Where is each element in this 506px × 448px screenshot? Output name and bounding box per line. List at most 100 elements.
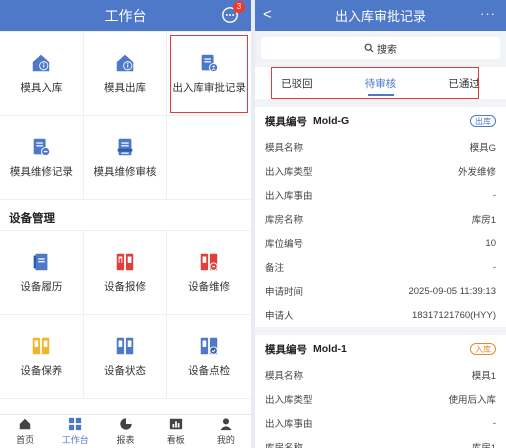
record-card[interactable]: 模具编号 Mold-1 入库 模具名称 模具1 出入库类型 使用后入库 出入库事由 -… (255, 335, 506, 448)
menu-device-maintenance[interactable]: 设备保养 (0, 315, 84, 399)
cabinet-maintenance-icon (33, 337, 50, 355)
user-icon (220, 418, 232, 431)
field-row: 模具名称 模具G (265, 135, 496, 159)
menu-inout-approval-records[interactable]: 出入库审批记录 (167, 32, 251, 116)
field-value: 使用后入库 (448, 395, 496, 406)
menu-label: 设备维修 (188, 281, 231, 293)
field-value: 2025-09-05 11:39:13 (408, 285, 496, 297)
menu-mold-repair-review[interactable]: 模具维修审核 (83, 116, 168, 200)
workbench-header: 工作台 3 (0, 0, 251, 31)
card-header: 模具编号 Mold-1 入库 (265, 335, 496, 363)
mold-code-value: Mold-G (313, 115, 350, 127)
approval-records-screen: < 出入库审批记录 ··· 搜索 已驳回 待审核 已通过 模具编号 Mold-G… (255, 0, 506, 448)
tab-home[interactable]: 首页 (0, 415, 50, 448)
field-key: 出入库类型 (265, 395, 313, 406)
field-value: - (492, 261, 496, 273)
field-value: 模具G (469, 143, 496, 154)
tab-label: 报表 (116, 435, 135, 445)
tab-dashboard[interactable]: 看板 (151, 415, 201, 448)
menu-label: 模具出库 (103, 82, 146, 94)
house-info-icon (116, 54, 134, 72)
menu-label: 设备报修 (103, 281, 146, 293)
status-tabs: 已驳回 待审核 已通过 (255, 67, 506, 99)
field-value: 库房1 (471, 215, 496, 226)
section-title-device-management: 设备管理 (9, 213, 55, 225)
search-icon (364, 43, 374, 53)
menu-device-history[interactable]: 设备履历 (0, 231, 84, 315)
message-count-badge: 3 (233, 1, 245, 13)
menu-device-status[interactable]: 设备状态 (83, 315, 168, 399)
field-value: - (492, 417, 496, 429)
menu-mold-outbound[interactable]: 模具出库 (83, 32, 168, 116)
field-row: 出入库类型 使用后入库 (265, 387, 496, 411)
cabinet-status-icon (116, 337, 134, 355)
field-key: 库房名称 (265, 440, 303, 448)
field-row: 库房名称 库房1 (265, 435, 496, 448)
workbench-title: 工作台 (104, 7, 147, 24)
mold-code-label: 模具编号 (265, 343, 307, 356)
field-row: 库房名称 库房1 (265, 207, 496, 231)
bottom-tab-bar: 首页 工作台 报表 看板 我的 (0, 414, 251, 448)
search-input[interactable]: 搜索 (261, 37, 500, 59)
menu-device-repair[interactable]: 设备维修 (167, 231, 251, 315)
book-icon (33, 253, 48, 271)
menu-label: 模具入库 (20, 82, 63, 94)
tab-label: 看板 (166, 435, 185, 445)
tab-label: 工作台 (61, 435, 89, 445)
workbench-screen: 工作台 3 模具入库 模具出库 出入库审批记录 模具维修记录 模具维修审核 设备… (0, 0, 251, 448)
menu-label: 设备状态 (103, 365, 146, 377)
menu-label: 出入库审批记录 (172, 82, 246, 94)
tab-mine[interactable]: 我的 (201, 415, 251, 448)
field-value: 18317121760(HYY) (412, 309, 496, 321)
field-key: 申请时间 (265, 287, 304, 298)
menu-mold-inbound[interactable]: 模具入库 (0, 32, 84, 116)
wrench-cabinet-icon (116, 253, 134, 271)
more-icon[interactable]: ··· (480, 6, 496, 21)
message-icon[interactable]: 3 (221, 1, 245, 24)
field-key: 模具名称 (265, 143, 304, 154)
tab-label: 首页 (16, 435, 35, 445)
field-value: 外发维修 (457, 167, 496, 178)
menu-label: 模具维修记录 (9, 166, 73, 178)
document-user-icon (201, 54, 219, 73)
search-placeholder: 搜索 (377, 44, 397, 56)
house-info-icon (33, 54, 50, 72)
highlight-box (271, 67, 479, 99)
menu-label: 设备点检 (188, 365, 231, 377)
field-row: 申请时间 2025-09-05 11:39:13 (265, 279, 496, 303)
mold-code-value: Mold-1 (313, 343, 347, 355)
menu-label: 设备履历 (20, 281, 63, 293)
field-key: 库房名称 (265, 215, 304, 226)
field-row: 库位编号 10 (265, 231, 496, 255)
status-badge: 入库 (470, 343, 496, 355)
menu-mold-repair-records[interactable]: 模具维修记录 (0, 116, 84, 200)
mold-grid: 模具入库 模具出库 出入库审批记录 模具维修记录 模具维修审核 (0, 31, 251, 200)
tab-label: 我的 (216, 435, 235, 445)
field-row: 出入库事由 - (265, 411, 496, 435)
back-chevron-icon[interactable]: < (263, 7, 272, 23)
tab-workbench[interactable]: 工作台 (50, 415, 100, 448)
approval-header: < 出入库审批记录 ··· (255, 0, 506, 31)
record-card[interactable]: 模具编号 Mold-G 出库 模具名称 模具G 出入库类型 外发维修 出入库事由 - … (255, 107, 506, 327)
device-grid: 设备履历 设备报修 设备维修 设备保养 设备状态 设备点检 (0, 230, 251, 399)
field-row: 备注 - (265, 255, 496, 279)
page-title: 出入库审批记录 (334, 9, 426, 24)
grid-icon (69, 417, 82, 431)
field-value: 库房1 (472, 440, 496, 448)
menu-empty-slot (167, 116, 251, 200)
menu-label: 模具维修审核 (93, 166, 157, 178)
field-key: 出入库事由 (265, 419, 313, 430)
field-row: 申请人 18317121760(HYY) (265, 303, 496, 327)
document-wrench-icon (33, 138, 51, 157)
device-repair-icon (200, 253, 218, 271)
card-header: 模具编号 Mold-G 出库 (265, 107, 496, 135)
tab-reports[interactable]: 报表 (100, 415, 150, 448)
field-key: 出入库类型 (265, 167, 313, 178)
field-row: 出入库类型 外发维修 (265, 159, 496, 183)
field-value: - (492, 189, 496, 201)
menu-device-report-repair[interactable]: 设备报修 (83, 231, 168, 315)
field-key: 模具名称 (265, 371, 304, 382)
menu-device-inspection[interactable]: 设备点检 (167, 315, 251, 399)
pie-chart-icon (119, 418, 132, 430)
document-check-icon (117, 138, 133, 156)
